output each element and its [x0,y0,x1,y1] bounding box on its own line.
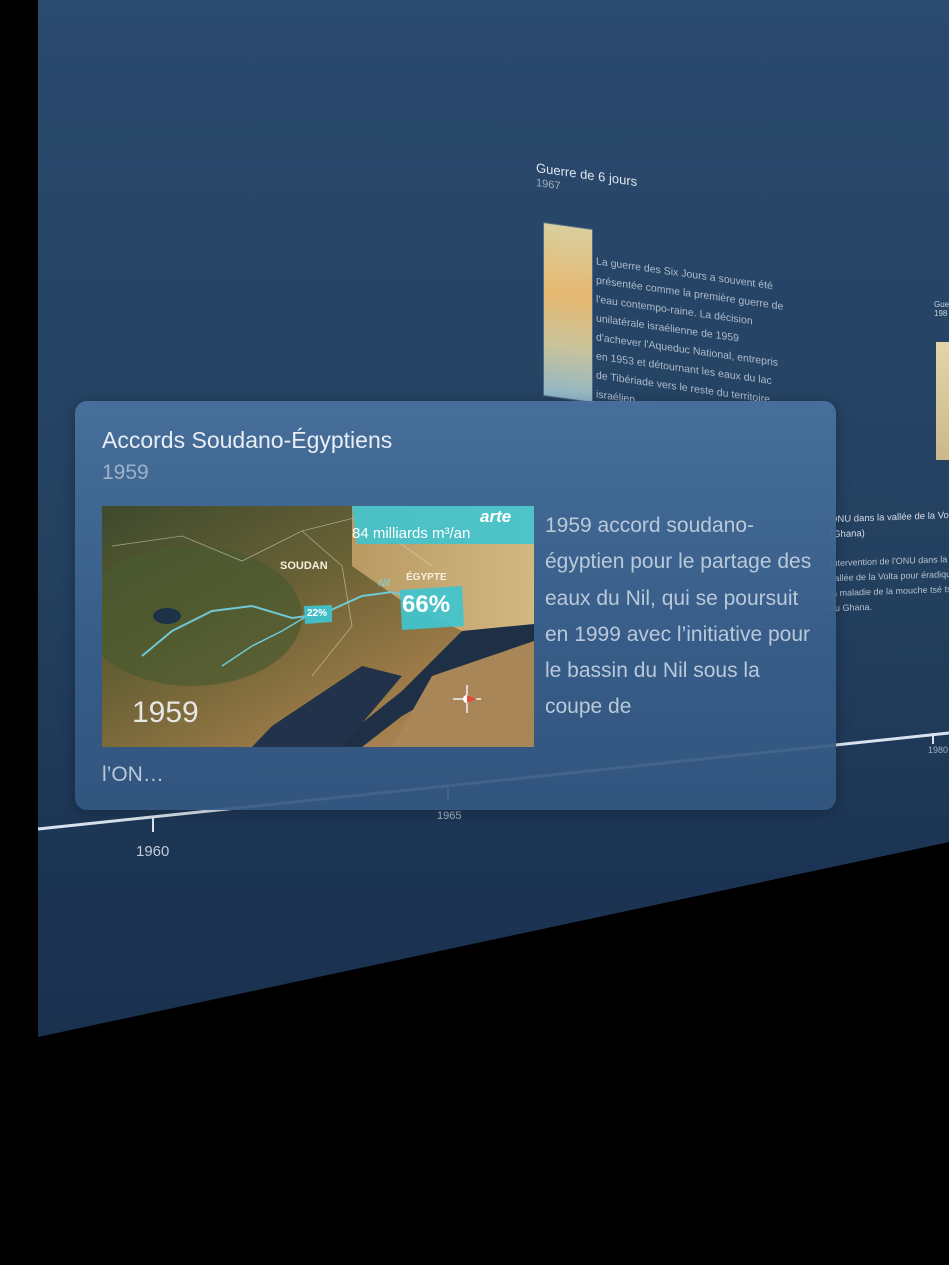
event-card-thumbnail [936,342,949,460]
event-card-onu-volta[interactable]: ONU dans la vallée de la Volta (Ghana) I… [830,508,949,633]
year-label-1960: 1960 [136,843,170,860]
event-card-offscreen[interactable]: Gue 198 [934,300,949,490]
egypt-percentage: 66% [402,591,451,618]
year-label-1980: 1980 [928,745,949,755]
event-card-text: Intervention de l'ONU dans la vallée de … [830,554,949,614]
event-title: Accords Soudano-Égyptiens [102,427,393,453]
event-detail-card[interactable]: Accords Soudano-Égyptiens 1959 arte 84 m… [75,401,836,810]
event-year: 1959 [102,461,149,484]
sudan-label: SOUDAN [280,560,328,572]
event-card-title: ONU dans la vallée de la Volta (Ghana) [830,509,949,541]
event-video-thumbnail[interactable]: arte 84 milliards m³/an SOUDAN ÉGYPTE Ni… [102,506,534,747]
event-description: 1959 accord soudano-égyptien pour le par… [545,514,812,719]
event-card-thumbnail [544,223,592,402]
image-year-stamp: 1959 [132,696,199,729]
event-description-overflow: l’ON… [102,763,164,786]
event-card-title: Gue 198 [934,300,949,318]
egypt-label: ÉGYPTE [406,572,447,583]
year-label-1965: 1965 [437,810,462,822]
sudan-percentage: 22% [307,608,328,619]
nile-label: Nil [378,578,390,589]
arte-logo: arte [480,507,512,526]
volume-label: 84 milliards m³/an [352,525,471,542]
